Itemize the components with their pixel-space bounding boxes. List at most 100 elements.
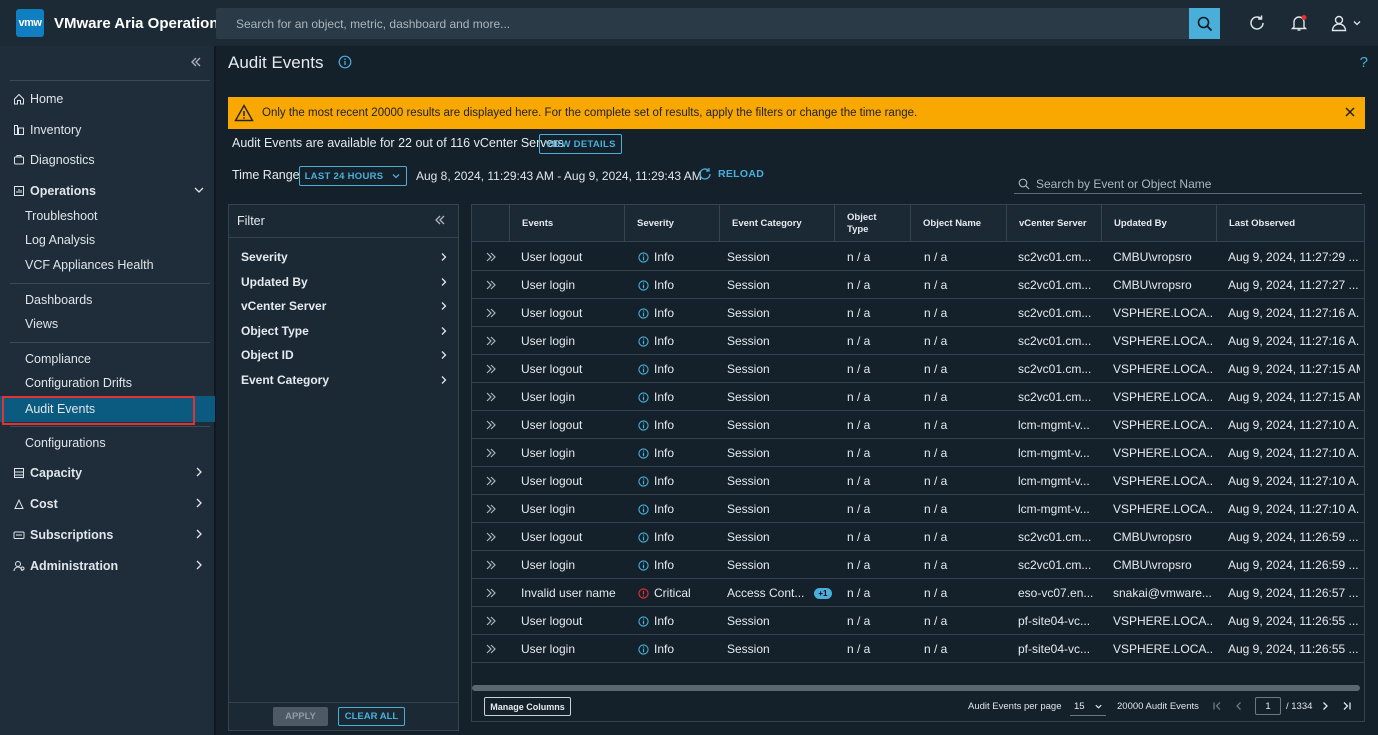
column-header-label: Object Type bbox=[847, 211, 877, 235]
user-menu[interactable] bbox=[1326, 12, 1366, 34]
table-row[interactable]: User login Info Session n / a n / a sc2vc01.c… bbox=[472, 383, 1364, 411]
app-title[interactable]: VMware Aria Operations bbox=[54, 15, 227, 32]
sidebar-item-views[interactable]: Views bbox=[0, 312, 215, 336]
cell-last-observed: Aug 9, 2024, 11:27:27 ... bbox=[1228, 278, 1359, 292]
expand-row-icon[interactable] bbox=[485, 503, 497, 515]
expand-row-icon[interactable] bbox=[485, 419, 497, 431]
apply-button[interactable]: APPLY bbox=[273, 707, 328, 726]
filter-severity[interactable]: Severity bbox=[241, 247, 449, 267]
column-header-last-observed[interactable]: Last Observed bbox=[1216, 205, 1364, 242]
sidebar-item-diagnostics[interactable]: Diagnostics bbox=[0, 148, 215, 172]
table-row[interactable]: User logout Info Session n / a n / a sc2vc01.… bbox=[472, 523, 1364, 551]
global-search-input[interactable] bbox=[216, 16, 1176, 31]
per-page-select[interactable]: 15 bbox=[1070, 697, 1106, 716]
expand-row-icon[interactable] bbox=[485, 559, 497, 571]
view-details-button[interactable]: VIEW DETAILS bbox=[539, 134, 622, 154]
notifications-button[interactable] bbox=[1288, 12, 1310, 34]
double-chevron-left-icon[interactable] bbox=[434, 214, 446, 226]
sidebar-item-label: Log Analysis bbox=[25, 233, 96, 247]
sidebar-item-vcf-appliances-health[interactable]: VCF Appliances Health bbox=[0, 253, 215, 277]
first-page-icon[interactable] bbox=[1212, 701, 1222, 711]
refresh-button[interactable] bbox=[1246, 12, 1268, 34]
search-button[interactable] bbox=[1189, 8, 1220, 39]
more-categories-badge[interactable]: +1 bbox=[814, 587, 832, 599]
table-row[interactable]: User login Info Session n / a n / a lcm-mgmt-… bbox=[472, 439, 1364, 467]
filter-event-category[interactable]: Event Category bbox=[241, 370, 449, 390]
expand-row-icon[interactable] bbox=[485, 307, 497, 319]
search-icon bbox=[1197, 16, 1212, 31]
cell-event-category: Session bbox=[727, 243, 832, 271]
sidebar-item-configurations[interactable]: Configurations bbox=[0, 431, 215, 455]
column-header-vcenter-server[interactable]: vCenter Server bbox=[1006, 205, 1101, 242]
next-page-icon[interactable] bbox=[1320, 701, 1330, 711]
table-row[interactable]: User logout Info Session n / a n / a sc2vc01.… bbox=[472, 355, 1364, 383]
expand-row-icon[interactable] bbox=[485, 335, 497, 347]
filter-object-type[interactable]: Object Type bbox=[241, 321, 449, 341]
table-row[interactable]: User login Info Session n / a n / a sc2vc01.c… bbox=[472, 271, 1364, 299]
table-row[interactable]: User login Info Session n / a n / a sc2vc01.c… bbox=[472, 327, 1364, 355]
expand-row-icon[interactable] bbox=[485, 475, 497, 487]
expand-row-icon[interactable] bbox=[485, 279, 497, 291]
cell-last-observed: Aug 9, 2024, 11:27:16 A... bbox=[1228, 306, 1360, 320]
expand-row-icon[interactable] bbox=[485, 587, 497, 599]
sidebar-item-inventory[interactable]: Inventory bbox=[0, 118, 215, 142]
cell-event: User login bbox=[521, 278, 576, 292]
table-row[interactable]: User login Info Session n / a n / a lcm-mgmt-… bbox=[472, 495, 1364, 523]
sidebar-item-log-analysis[interactable]: Log Analysis bbox=[0, 228, 215, 252]
expand-row-icon[interactable] bbox=[485, 643, 497, 655]
table-row[interactable]: User logout Info Session n / a n / a lcm-mgmt… bbox=[472, 467, 1364, 495]
horizontal-scrollbar[interactable] bbox=[472, 685, 1360, 691]
sidebar-item-administration[interactable]: Administration bbox=[0, 554, 215, 578]
page-number-input[interactable]: 1 bbox=[1255, 697, 1281, 715]
column-header-updated-by[interactable]: Updated By bbox=[1101, 205, 1216, 242]
column-header-object-type[interactable]: Object Type bbox=[834, 205, 910, 242]
time-range-dropdown[interactable]: LAST 24 HOURS bbox=[299, 166, 407, 186]
sidebar-item-compliance[interactable]: Compliance bbox=[0, 347, 215, 371]
filter-vcenter-server[interactable]: vCenter Server bbox=[241, 296, 449, 316]
column-header-events[interactable]: Events bbox=[509, 205, 624, 242]
sidebar-item-dashboards[interactable]: Dashboards bbox=[0, 288, 215, 312]
expand-row-icon[interactable] bbox=[485, 615, 497, 627]
cell-last-observed: Aug 9, 2024, 11:26:55 ... bbox=[1228, 642, 1359, 656]
expand-row-icon[interactable] bbox=[485, 363, 497, 375]
table-row[interactable]: User logout Info Session n / a n / a sc2vc01.… bbox=[472, 243, 1364, 271]
expand-row-icon[interactable] bbox=[485, 251, 497, 263]
sidebar-item-troubleshoot[interactable]: Troubleshoot bbox=[0, 204, 215, 228]
sidebar-item-subscriptions[interactable]: Subscriptions bbox=[0, 523, 215, 547]
cell-vcenter-server: sc2vc01.cm... bbox=[1018, 390, 1092, 404]
sidebar-item-capacity[interactable]: Capacity bbox=[0, 461, 215, 485]
expand-row-icon[interactable] bbox=[485, 531, 497, 543]
table-row[interactable]: User logout Info Session n / a n / a lcm-mgmt… bbox=[472, 411, 1364, 439]
help-button[interactable]: ? bbox=[1360, 54, 1368, 71]
column-header-object-name[interactable]: Object Name bbox=[910, 205, 1006, 242]
expand-row-icon[interactable] bbox=[485, 391, 497, 403]
clear-all-button[interactable]: CLEAR ALL bbox=[338, 707, 405, 726]
close-icon[interactable] bbox=[1343, 105, 1357, 119]
collapse-sidebar-button[interactable] bbox=[190, 55, 202, 71]
filter-object-id[interactable]: Object ID bbox=[241, 345, 449, 365]
cell-event-category: Session bbox=[727, 495, 832, 523]
reload-button[interactable]: RELOAD bbox=[698, 167, 764, 181]
table-row[interactable]: User login Info Session n / a n / a sc2vc01.c… bbox=[472, 551, 1364, 579]
column-header-severity[interactable]: Severity bbox=[624, 205, 719, 242]
table-row[interactable]: Invalid user name Critical Access Cont... +… bbox=[472, 579, 1364, 607]
filter-updated-by[interactable]: Updated By bbox=[241, 272, 449, 292]
operations-icon bbox=[12, 184, 26, 198]
info-icon[interactable] bbox=[338, 55, 352, 69]
sidebar-item-operations[interactable]: Operations bbox=[0, 179, 215, 203]
manage-columns-button[interactable]: Manage Columns bbox=[484, 697, 571, 716]
column-header-event-category[interactable]: Event Category bbox=[719, 205, 834, 242]
sidebar-item-cost[interactable]: Cost bbox=[0, 492, 215, 516]
sidebar-item-home[interactable]: Home bbox=[0, 87, 215, 111]
vmware-logo[interactable]: vmw bbox=[16, 9, 44, 37]
cell-vcenter-server: eso-vc07.en... bbox=[1018, 586, 1094, 600]
last-page-icon[interactable] bbox=[1342, 701, 1352, 711]
cell-object-name: n / a bbox=[924, 474, 948, 488]
table-search-input[interactable] bbox=[1036, 176, 1356, 191]
sidebar-item-configuration-drifts[interactable]: Configuration Drifts bbox=[0, 371, 215, 395]
previous-page-icon[interactable] bbox=[1234, 701, 1244, 711]
table-row[interactable]: User logout Info Session n / a n / a sc2vc01.… bbox=[472, 299, 1364, 327]
table-row[interactable]: User logout Info Session n / a n / a pf-site0… bbox=[472, 607, 1364, 635]
table-row[interactable]: User login Info Session n / a n / a pf-site04… bbox=[472, 635, 1364, 663]
expand-row-icon[interactable] bbox=[485, 447, 497, 459]
